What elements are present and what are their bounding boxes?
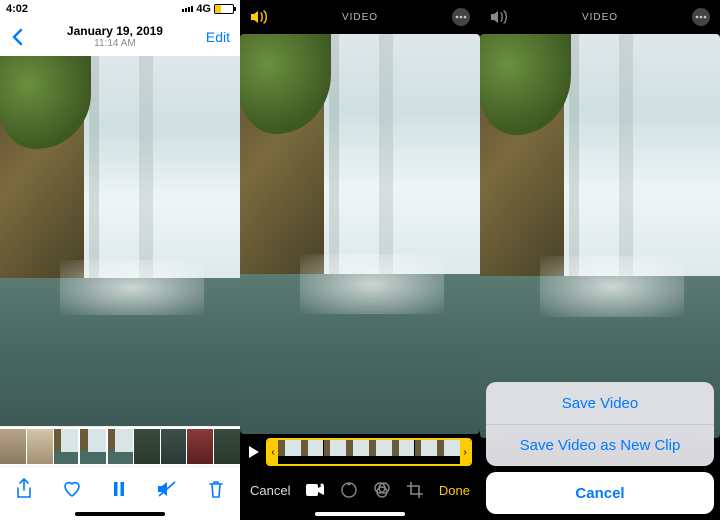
chevron-left-icon <box>10 28 24 46</box>
trim-handle-right[interactable]: › <box>460 440 470 464</box>
play-button[interactable] <box>248 445 260 459</box>
video-tool[interactable] <box>305 483 325 497</box>
nav-bar: January 19, 2019 11:14 AM Edit <box>0 18 240 56</box>
signal-icon <box>182 6 193 12</box>
thumbnail-selected[interactable] <box>80 429 106 464</box>
thumbnail[interactable] <box>27 429 53 464</box>
sheet-cancel-button[interactable]: Cancel <box>486 472 714 514</box>
video-editor-save-sheet-screen: VIDEO Save Video Save Video as New Clip … <box>480 0 720 520</box>
sound-toggle[interactable] <box>250 10 268 24</box>
more-button[interactable] <box>452 8 470 26</box>
editor-viewport[interactable] <box>240 34 480 434</box>
home-indicator[interactable] <box>315 512 405 516</box>
waterfall-image <box>240 34 480 434</box>
ellipsis-icon <box>455 15 467 19</box>
trim-bar: ‹ › <box>240 434 480 470</box>
more-button[interactable] <box>692 8 710 26</box>
video-mode-label: VIDEO <box>582 12 618 23</box>
back-button[interactable] <box>10 28 24 46</box>
speaker-on-icon <box>490 10 508 24</box>
save-new-clip-button[interactable]: Save Video as New Clip <box>486 424 714 466</box>
adjust-tool[interactable] <box>340 481 358 499</box>
thumbnail-strip[interactable] <box>0 426 240 466</box>
filters-icon <box>373 481 391 499</box>
edit-button[interactable]: Edit <box>206 29 230 45</box>
action-sheet-options: Save Video Save Video as New Clip <box>486 382 714 466</box>
sound-toggle[interactable] <box>490 10 508 24</box>
save-video-button[interactable]: Save Video <box>486 382 714 424</box>
status-right: 4G <box>182 3 234 15</box>
speaker-on-icon <box>250 10 268 24</box>
trim-control[interactable]: ‹ › <box>266 438 472 466</box>
cancel-button[interactable]: Cancel <box>250 483 290 498</box>
video-mode-label: VIDEO <box>342 12 378 23</box>
thumbnail[interactable] <box>0 429 26 464</box>
heart-icon <box>62 479 82 499</box>
photo-date: January 19, 2019 <box>67 25 163 38</box>
pause-icon <box>112 480 126 498</box>
ellipsis-icon <box>695 15 707 19</box>
share-button[interactable] <box>15 478 33 500</box>
speaker-mute-icon <box>156 480 178 498</box>
done-button[interactable]: Done <box>439 483 470 498</box>
delete-button[interactable] <box>207 479 225 499</box>
trash-icon <box>207 479 225 499</box>
thumbnail[interactable] <box>214 429 240 464</box>
status-bar: 4:02 4G <box>0 0 240 18</box>
trim-handle-left[interactable]: ‹ <box>268 440 278 464</box>
photo-viewport[interactable] <box>0 56 240 426</box>
favorite-button[interactable] <box>62 479 82 499</box>
thumbnail[interactable] <box>161 429 187 464</box>
editor-top-bar: VIDEO <box>240 0 480 34</box>
crop-tool[interactable] <box>406 481 424 499</box>
editor-top-bar: VIDEO <box>480 0 720 34</box>
play-icon <box>248 445 260 459</box>
crop-icon <box>406 481 424 499</box>
bottom-toolbar <box>0 466 240 510</box>
home-indicator[interactable] <box>75 512 165 516</box>
thumbnail[interactable] <box>107 429 133 464</box>
thumbnail[interactable] <box>134 429 160 464</box>
share-icon <box>15 478 33 500</box>
thumbnail[interactable] <box>54 429 80 464</box>
network-label: 4G <box>196 3 211 15</box>
video-camera-icon <box>305 483 325 497</box>
editor-toolbar: Cancel Done <box>240 470 480 510</box>
adjust-icon <box>340 481 358 499</box>
photo-time: 11:14 AM <box>67 38 163 49</box>
nav-title: January 19, 2019 11:14 AM <box>67 25 163 49</box>
photos-viewer-screen: 4:02 4G January 19, 2019 11:14 AM Edit <box>0 0 240 520</box>
battery-icon <box>214 4 234 14</box>
status-time: 4:02 <box>6 3 28 15</box>
mute-button[interactable] <box>156 480 178 498</box>
trim-frames[interactable] <box>278 440 460 464</box>
thumbnail[interactable] <box>187 429 213 464</box>
filters-tool[interactable] <box>373 481 391 499</box>
waterfall-image <box>0 56 240 426</box>
video-editor-screen: VIDEO ‹ › Cancel Done <box>240 0 480 520</box>
pause-button[interactable] <box>112 480 126 498</box>
action-sheet: Save Video Save Video as New Clip Cancel <box>480 376 720 520</box>
